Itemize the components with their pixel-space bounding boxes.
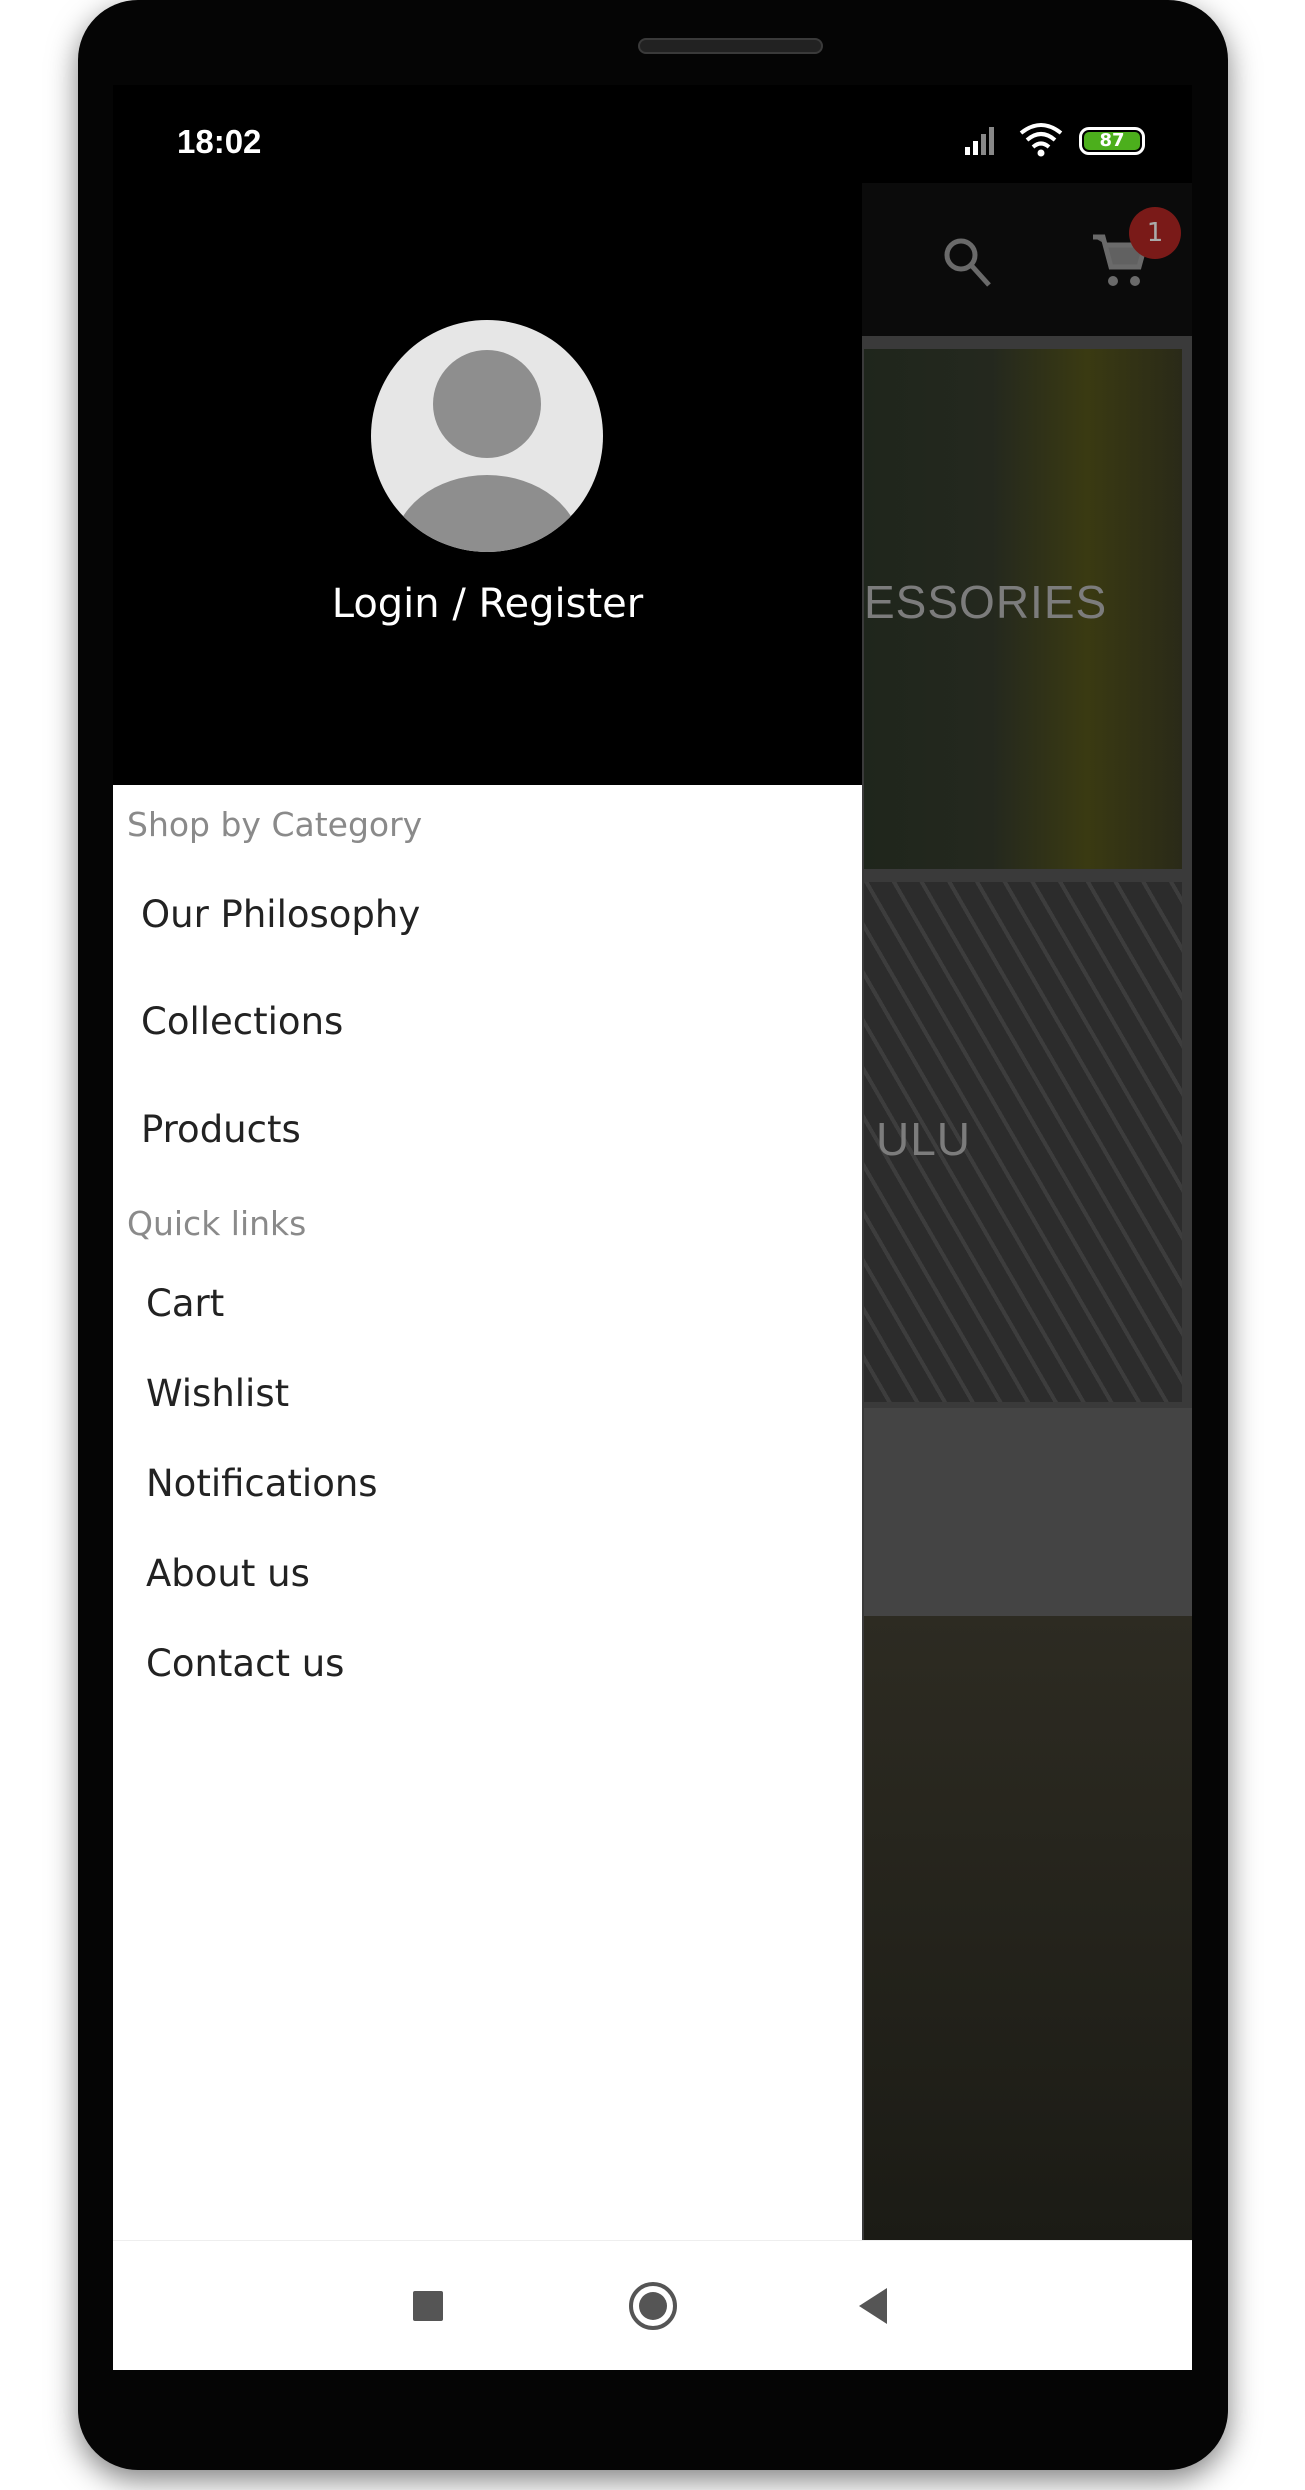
system-nav-bar bbox=[113, 2240, 1192, 2370]
speaker-grille bbox=[638, 38, 823, 54]
menu-item-wishlist[interactable]: Wishlist bbox=[146, 1372, 289, 1415]
home-button[interactable] bbox=[629, 2282, 677, 2330]
cart-badge: 1 bbox=[1129, 207, 1181, 259]
back-button[interactable] bbox=[859, 2288, 887, 2324]
menu-item-our-philosophy[interactable]: Our Philosophy bbox=[141, 893, 420, 936]
category-tile-accessories[interactable]: ESSORIES bbox=[864, 349, 1182, 869]
tile-label: ULU bbox=[876, 1113, 972, 1165]
signal-icon bbox=[965, 127, 994, 155]
product-banner-image[interactable] bbox=[864, 1408, 1192, 2240]
battery-level: 87 bbox=[1084, 132, 1140, 150]
status-time: 18:02 bbox=[177, 123, 262, 160]
menu-item-products[interactable]: Products bbox=[141, 1108, 301, 1151]
section-quick-links: Quick links bbox=[127, 1204, 307, 1243]
category-tile-ulu[interactable]: ULU bbox=[864, 882, 1182, 1402]
menu-item-collections[interactable]: Collections bbox=[141, 1000, 343, 1043]
drawer-header: Login / Register bbox=[113, 183, 862, 785]
status-bar: 18:02 87 bbox=[113, 85, 1192, 183]
recents-button[interactable] bbox=[413, 2291, 443, 2321]
section-shop-by-category: Shop by Category bbox=[127, 805, 423, 844]
menu-item-cart[interactable]: Cart bbox=[146, 1282, 224, 1325]
tile-label: ESSORIES bbox=[864, 576, 1108, 628]
search-icon[interactable] bbox=[939, 233, 995, 289]
menu-item-notifications[interactable]: Notifications bbox=[146, 1462, 378, 1505]
menu-item-about-us[interactable]: About us bbox=[146, 1552, 310, 1595]
login-register-link[interactable]: Login / Register bbox=[113, 581, 862, 627]
menu-item-contact-us[interactable]: Contact us bbox=[146, 1642, 344, 1685]
wifi-icon bbox=[1019, 123, 1063, 157]
navigation-drawer: Login / Register Shop by Category Our Ph… bbox=[113, 183, 862, 2240]
avatar[interactable] bbox=[371, 320, 603, 552]
battery-icon: 87 bbox=[1079, 127, 1145, 155]
screen: 18:02 87 1 ESSORIES ULU Login / Register… bbox=[113, 85, 1192, 2370]
